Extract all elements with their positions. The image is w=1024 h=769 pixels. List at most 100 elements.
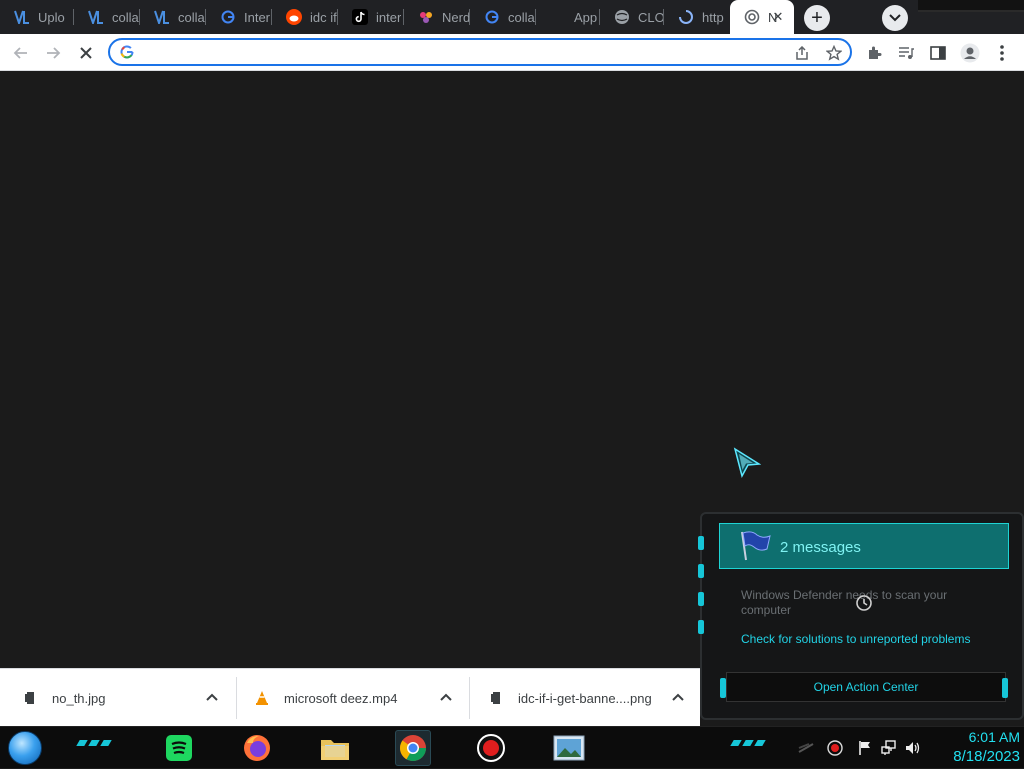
record-icon[interactable] <box>826 739 844 757</box>
window-deco <box>918 0 1024 12</box>
tab-idc-reddit[interactable]: idc if <box>272 0 338 34</box>
tab-colla-google[interactable]: colla <box>470 0 536 34</box>
taskbar-clock[interactable]: 6:01 AM 8/18/2023 <box>930 728 1020 767</box>
download-filename: microsoft deez.mp4 <box>284 690 398 706</box>
vl-logo-icon <box>14 9 30 25</box>
tab-label: CLO <box>638 9 664 25</box>
chrome-app[interactable] <box>395 730 431 766</box>
spinner-icon <box>744 9 760 25</box>
extensions-button[interactable] <box>861 40 887 66</box>
share-icon[interactable] <box>792 43 812 63</box>
tab-search-button[interactable] <box>882 5 908 31</box>
tab-label: inter <box>376 9 402 25</box>
back-button[interactable] <box>8 40 34 66</box>
tab-colla-2[interactable]: colla <box>140 0 206 34</box>
tab-active[interactable]: N ✕ <box>730 0 794 34</box>
vlc-cone-icon <box>254 690 270 706</box>
spotify-icon <box>166 735 192 761</box>
google-g-icon <box>220 9 236 25</box>
close-icon[interactable]: ✕ <box>770 9 786 25</box>
open-action-center-button[interactable]: Open Action Center <box>726 672 1006 702</box>
tab-label: Nerd <box>442 9 470 25</box>
tab-inter-google[interactable]: Inter <box>206 0 272 34</box>
record-icon <box>477 734 505 762</box>
flyout-rail <box>698 530 706 690</box>
profile-button[interactable] <box>957 40 983 66</box>
profile-icon <box>960 43 980 63</box>
taskbar: 6:01 AM 8/18/2023 <box>0 726 1024 768</box>
download-item[interactable]: no_th.jpg <box>22 669 234 727</box>
reddit-icon <box>286 9 302 25</box>
tab-label: Inter <box>244 9 271 25</box>
side-panel-button[interactable] <box>925 40 951 66</box>
notification-header[interactable]: 2 messages <box>719 523 1009 569</box>
media-button[interactable] <box>893 40 919 66</box>
new-tab-button[interactable]: + <box>804 5 830 31</box>
tab-label: colla <box>178 9 205 25</box>
google-g-icon <box>118 43 136 61</box>
chrome-icon <box>399 735 427 762</box>
tab-inter-tiktok[interactable]: inter <box>338 0 404 34</box>
download-item[interactable]: microsoft deez.mp4 <box>254 669 466 727</box>
folder-icon <box>321 740 349 760</box>
flag-icon[interactable] <box>856 739 874 757</box>
tab-label: colla <box>508 9 535 25</box>
forward-button[interactable] <box>40 40 66 66</box>
network-icon[interactable] <box>880 739 898 757</box>
tab-http[interactable]: http <box>664 0 730 34</box>
volume-icon[interactable] <box>904 739 922 757</box>
photos-app[interactable] <box>551 730 587 766</box>
back-icon <box>13 47 27 59</box>
photos-icon <box>553 735 585 761</box>
globe-icon <box>614 9 630 25</box>
google-g-icon <box>484 9 500 25</box>
chevron-up-icon[interactable] <box>438 689 454 705</box>
tab-nerd[interactable]: Nerd <box>404 0 470 34</box>
taskbar-deco <box>730 740 766 746</box>
download-filename: no_th.jpg <box>52 690 106 706</box>
browser-toolbar <box>0 34 1024 71</box>
tab-label: http <box>702 9 724 25</box>
menu-button[interactable] <box>989 40 1015 66</box>
loading-icon <box>678 9 694 25</box>
stop-button[interactable] <box>73 40 99 66</box>
chevron-up-icon[interactable] <box>670 689 686 705</box>
tab-uplo[interactable]: Uplo <box>0 0 74 34</box>
chevron-up-icon[interactable] <box>204 689 220 705</box>
system-tray <box>790 727 930 769</box>
clock-date: 8/18/2023 <box>953 748 1020 765</box>
bookmark-star-icon[interactable] <box>824 43 844 63</box>
media-icon <box>899 47 914 59</box>
stop-icon <box>80 47 92 59</box>
firefox-icon <box>244 735 270 761</box>
notification-count: 2 messages <box>780 539 861 556</box>
recorder-app[interactable] <box>473 730 509 766</box>
tab-app[interactable]: App <box>536 0 600 34</box>
download-bar: no_th.jpg microsoft deez.mp4 idc-if-i-ge… <box>0 668 700 726</box>
cursor-icon <box>733 447 762 484</box>
tab-label: App <box>574 9 598 25</box>
tab-colla-1[interactable]: colla <box>74 0 140 34</box>
vl-logo-icon <box>154 9 170 25</box>
tab-strip: Uplo colla colla Inter idc if inter Nerd… <box>0 0 1024 34</box>
start-orb-button[interactable] <box>8 731 42 765</box>
notification-solutions-link[interactable]: Check for solutions to unreported proble… <box>741 632 970 646</box>
side-panel-icon <box>930 46 946 60</box>
address-bar[interactable] <box>108 38 852 66</box>
spotify-app[interactable] <box>161 730 197 766</box>
tab-label: idc if <box>310 9 337 25</box>
menu-icon <box>1000 45 1004 61</box>
file-explorer-app[interactable] <box>317 730 353 766</box>
flag-icon <box>738 529 772 563</box>
download-item[interactable]: idc-if-i-get-banne....png <box>488 669 698 727</box>
tab-label: colla <box>112 9 139 25</box>
pinwheel-icon <box>418 9 434 25</box>
blank-icon <box>550 9 566 25</box>
clock-time: 6:01 AM <box>968 729 1020 745</box>
chevron-down-icon <box>889 14 901 22</box>
url-input[interactable] <box>142 42 782 62</box>
taskbar-deco <box>76 740 112 746</box>
tab-clo[interactable]: CLO <box>600 0 664 34</box>
tray-chevron-icon[interactable] <box>797 739 815 757</box>
firefox-app[interactable] <box>239 730 275 766</box>
